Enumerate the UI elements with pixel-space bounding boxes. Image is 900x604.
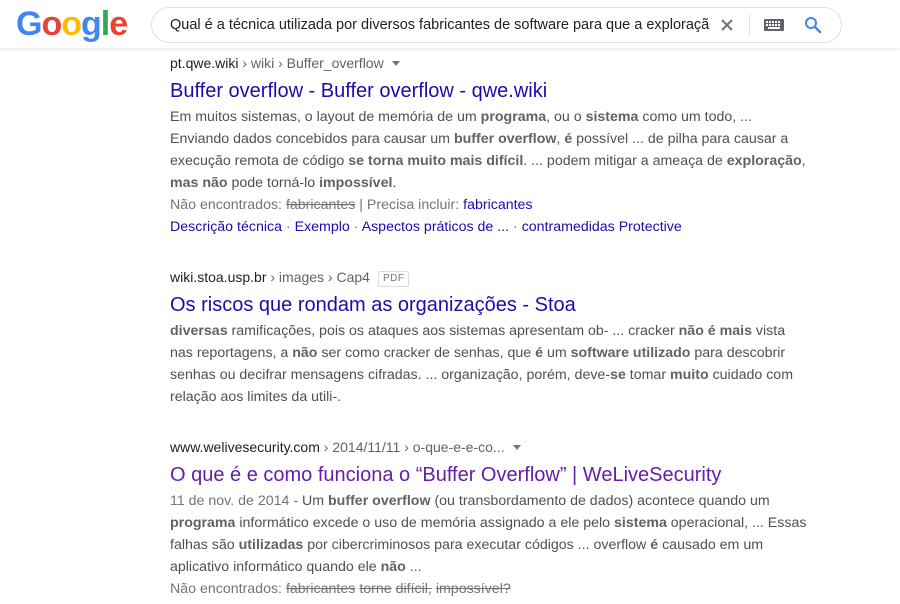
search-input[interactable] — [170, 8, 710, 42]
include-term-link[interactable]: fabricantes — [463, 197, 532, 213]
result-path: › 2014/11/11 › o-que-e-e-co... — [319, 439, 505, 455]
snippet-highlight: utilizadas — [238, 537, 304, 553]
result-snippet: diversas ramificações, pois os ataques a… — [170, 320, 810, 408]
chevron-down-icon[interactable] — [391, 61, 400, 66]
snippet-text: ser como cracker de senhas, que — [317, 345, 536, 361]
snippet-highlight: mas não — [170, 175, 228, 191]
snippet-highlight: se torna muito mais difícil — [348, 153, 524, 169]
snippet-highlight: é — [535, 345, 544, 361]
snippet-highlight: sistema — [614, 515, 667, 531]
snippet-text: Em muitos sistemas, o layout de memória … — [170, 109, 481, 125]
missing-terms: Não encontrados: fabricantes | Precisa i… — [170, 194, 810, 216]
sitelink-separator: · — [509, 219, 522, 235]
missing-term: difícil, — [395, 581, 432, 597]
result-date: 11 de nov. de 2014 — [170, 493, 290, 509]
snippet-highlight: não — [292, 345, 318, 361]
search-result: www.welivesecurity.com › 2014/11/11 › o-… — [170, 436, 810, 600]
snippet-text: como um todo, ... — [638, 109, 752, 125]
snippet-highlight: não é mais — [678, 323, 752, 339]
snippet-text: ramificações, pois os ataques aos sistem… — [227, 323, 679, 339]
snippet-text: informático excede o uso de memória assi… — [235, 515, 614, 531]
result-snippet: Em muitos sistemas, o layout de memória … — [170, 106, 810, 194]
result-title[interactable]: Os riscos que rondam as organizações - S… — [170, 291, 810, 319]
result-url[interactable]: wiki.stoa.usp.br › images › Cap4 PDF — [170, 266, 810, 288]
google-logo[interactable]: Google — [16, 5, 128, 43]
search-button[interactable] — [803, 15, 823, 35]
result-path: › wiki › Buffer_overflow — [238, 55, 384, 71]
result-path: › images › Cap4 — [266, 269, 370, 285]
search-result: pt.qwe.wiki › wiki › Buffer_overflow Buf… — [170, 52, 810, 238]
sitelinks: Descrição técnica · Exemplo · Aspectos p… — [170, 216, 810, 238]
search-result: wiki.stoa.usp.br › images › Cap4 PDF Os r… — [170, 266, 810, 408]
snippet-text: Um — [302, 493, 329, 509]
snippet-text: . ... podem mitigar a ameaça de — [523, 153, 727, 169]
sitelink[interactable]: Aspectos práticos de ... — [362, 219, 509, 235]
clear-button[interactable] — [717, 15, 737, 35]
snippet-text: , — [801, 153, 806, 169]
missing-term: impossível? — [435, 581, 511, 597]
sitelink[interactable]: contramedidas Protective — [522, 219, 682, 235]
close-icon — [721, 19, 733, 31]
keyboard-icon — [764, 19, 784, 31]
result-url[interactable]: pt.qwe.wiki › wiki › Buffer_overflow — [170, 52, 810, 74]
missing-term: fabricantes — [285, 197, 356, 213]
result-domain: wiki.stoa.usp.br — [170, 269, 267, 285]
snippet-highlight: sistema — [585, 109, 639, 125]
snippet-text: tomar — [625, 367, 670, 383]
logo-letter: o — [61, 5, 82, 43]
missing-label: Não encontrados: — [170, 197, 286, 213]
snippet-highlight: diversas — [170, 323, 228, 339]
snippet-highlight: programa — [170, 515, 236, 531]
logo-letter: g — [81, 5, 102, 43]
snippet-highlight: muito — [670, 367, 709, 383]
missing-label: Não encontrados: — [170, 581, 286, 597]
search-header: Google — [0, 0, 900, 48]
snippet-highlight: se — [610, 367, 626, 383]
search-icon — [805, 17, 822, 34]
missing-term: fabricantes — [285, 581, 356, 597]
snippet-text: um — [543, 345, 571, 361]
sitelink-separator: · — [281, 219, 295, 235]
sitelink[interactable]: Exemplo — [295, 219, 350, 235]
logo-letter: e — [109, 5, 128, 43]
date-separator: - — [289, 493, 302, 509]
sitelink[interactable]: Descrição técnica — [170, 219, 282, 235]
result-url[interactable]: www.welivesecurity.com › 2014/11/11 › o-… — [170, 436, 810, 458]
snippet-highlight: buffer overflow — [453, 131, 557, 147]
result-domain: pt.qwe.wiki — [170, 55, 239, 71]
result-title[interactable]: Buffer overflow - Buffer overflow - qwe.… — [170, 77, 810, 105]
snippet-text: . — [392, 175, 397, 191]
snippet-highlight: programa — [480, 109, 547, 125]
result-snippet: 11 de nov. de 2014 - Um buffer overflow … — [170, 490, 810, 578]
snippet-highlight: é — [650, 537, 659, 553]
result-domain: www.welivesecurity.com — [170, 439, 320, 455]
keyboard-button[interactable] — [763, 17, 785, 33]
snippet-highlight: buffer overflow — [328, 493, 431, 509]
missing-terms: Não encontrados: fabricantes torne difíc… — [170, 578, 810, 600]
include-label: | Precisa incluir: — [355, 197, 464, 213]
pdf-badge: PDF — [377, 271, 410, 287]
result-title[interactable]: O que é e como funciona o “Buffer Overfl… — [170, 461, 810, 489]
snippet-highlight: impossível — [319, 175, 393, 191]
snippet-highlight: software utilizado — [570, 345, 691, 361]
snippet-highlight: não — [380, 559, 406, 575]
search-divider — [749, 14, 750, 36]
snippet-text: pode torná-lo — [227, 175, 320, 191]
sitelink-separator: · — [349, 219, 362, 235]
missing-term: torne — [359, 581, 392, 597]
snippet-text: por cibercriminosos para executar código… — [303, 537, 651, 553]
snippet-text: Enviando dados concebidos para causar um — [170, 131, 454, 147]
logo-letter: G — [16, 5, 42, 43]
chevron-down-icon[interactable] — [512, 445, 521, 450]
snippet-text: , ou o — [546, 109, 586, 125]
logo-letter: l — [100, 5, 111, 43]
snippet-highlight: exploração — [726, 153, 802, 169]
snippet-text: (ou transbordamento de dados) acontece q… — [430, 493, 770, 509]
search-box — [151, 7, 842, 43]
snippet-text: ... — [405, 559, 422, 575]
logo-letter: o — [41, 5, 62, 43]
